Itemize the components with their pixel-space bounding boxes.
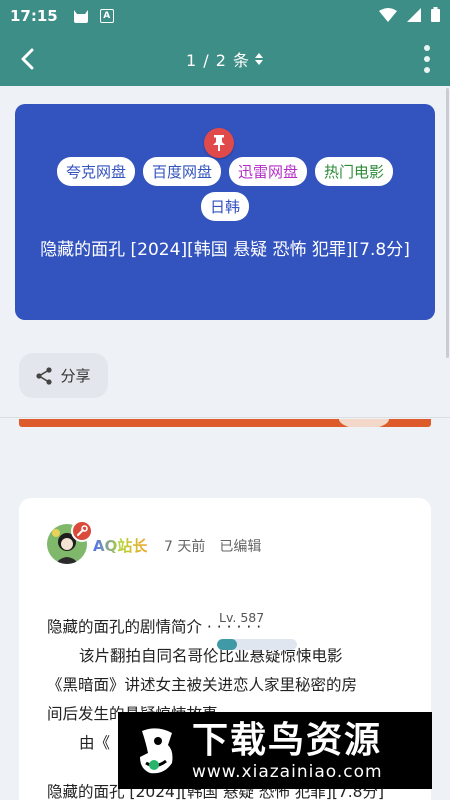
page-counter-dropdown[interactable]: 1 / 2 条 xyxy=(186,47,264,71)
app-bar: 1 / 2 条 xyxy=(0,32,450,86)
tag-label: 夸克网盘 xyxy=(65,163,126,181)
tag-label: 日韩 xyxy=(209,198,240,216)
battery-icon xyxy=(431,6,440,26)
status-bar: 17:15 A xyxy=(0,0,450,32)
post-title: 隐藏的面孔 [2024][韩国 悬疑 恐怖 犯罪][7.8分] xyxy=(40,240,410,260)
page-counter: 1 / 2 条 xyxy=(185,51,250,70)
section-divider xyxy=(0,417,450,418)
tag-xunlei[interactable]: 迅雷网盘 xyxy=(229,157,308,186)
tag-label: 迅雷网盘 xyxy=(238,163,299,181)
tag-hot-movies[interactable]: 热门电影 xyxy=(315,157,394,186)
watermark-url: www.xiazainiao.com xyxy=(192,761,383,782)
post-meta: 7 天前 已编辑 xyxy=(164,536,261,556)
wifi-icon xyxy=(379,7,397,26)
ad-banner[interactable] xyxy=(19,419,431,427)
wrench-icon xyxy=(71,520,93,542)
watermark: 下载鸟资源 www.xiazainiao.com xyxy=(118,712,432,789)
level-progress-bar xyxy=(217,639,297,650)
author-name[interactable]: AQ站长 xyxy=(93,535,147,556)
share-button[interactable]: 分享 xyxy=(19,353,108,398)
share-label: 分享 xyxy=(60,367,91,385)
more-vertical-icon xyxy=(424,45,430,51)
tag-label: 百度网盘 xyxy=(151,163,212,181)
body-line: 《黑暗面》讲述女主被关进恋人家里秘密的房 xyxy=(47,676,358,694)
level-label: Lv. 587 xyxy=(217,610,267,625)
level-progress-fill xyxy=(217,639,237,650)
notification-a-icon: A xyxy=(99,9,114,23)
tag-list: 夸克网盘 百度网盘 迅雷网盘 热门电影 日韩 xyxy=(15,157,435,221)
tag-japan-korea[interactable]: 日韩 xyxy=(200,192,249,221)
status-time: 17:15 xyxy=(10,7,58,25)
back-button[interactable] xyxy=(14,46,40,72)
watermark-title: 下载鸟资源 xyxy=(192,719,383,761)
pin-icon xyxy=(204,128,234,158)
tag-baidu[interactable]: 百度网盘 xyxy=(142,157,221,186)
tag-quark[interactable]: 夸克网盘 xyxy=(56,157,135,186)
post-time: 7 天前 xyxy=(164,539,206,555)
edited-label: 已编辑 xyxy=(219,539,262,555)
more-menu-button[interactable] xyxy=(422,45,432,73)
bird-logo-icon xyxy=(134,723,180,779)
scrollbar[interactable] xyxy=(446,88,449,358)
unfold-icon xyxy=(255,53,263,65)
tag-label: 热门电影 xyxy=(324,163,385,181)
share-icon xyxy=(36,366,53,385)
cat-app-icon xyxy=(72,8,90,24)
signal-icon xyxy=(407,7,421,26)
chevron-left-icon xyxy=(21,48,34,70)
